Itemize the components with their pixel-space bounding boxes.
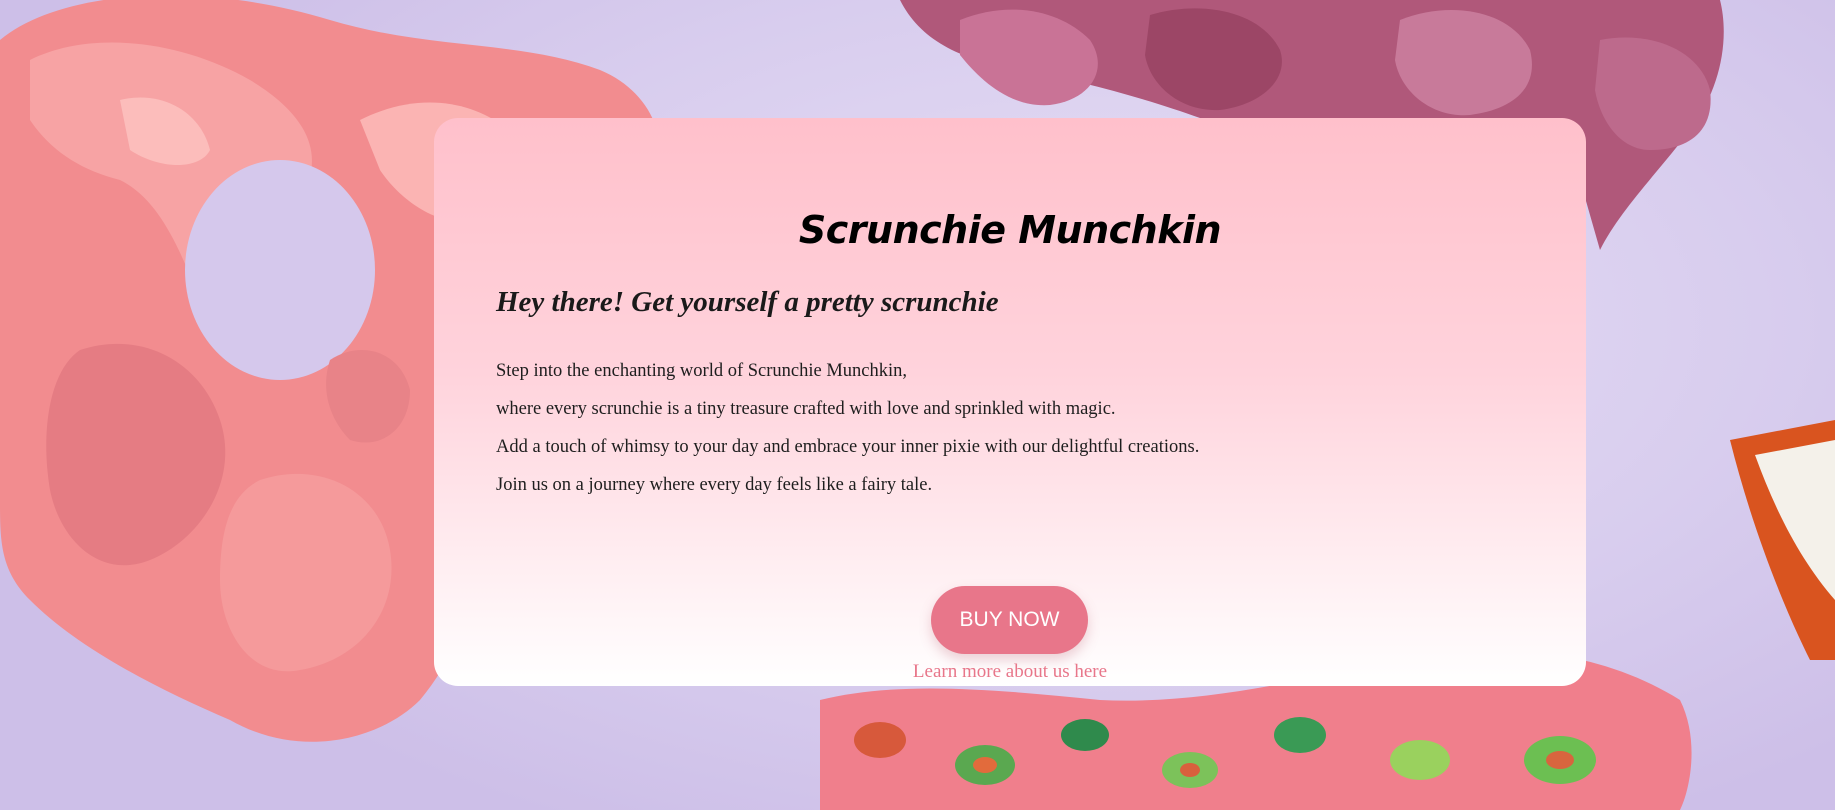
description-line: Join us on a journey where every day fee… [496,475,933,495]
page-title: Scrunchie Munchkin [798,208,1222,252]
learn-more-link[interactable]: Learn more about us here [434,661,1586,683]
description-line: Add a touch of whimsy to your day and em… [496,437,1200,457]
buy-now-button[interactable]: BUY NOW [931,586,1088,654]
hero-card: Scrunchie Munchkin Hey there! Get yourse… [434,118,1586,686]
description-line: where every scrunchie is a tiny treasure… [496,399,1116,419]
hero-subtitle: Hey there! Get yourself a pretty scrunch… [496,286,999,318]
compact-mirror [1730,420,1835,660]
hero-description: Step into the enchanting world of Scrunc… [496,352,1199,504]
description-line: Step into the enchanting world of Scrunc… [496,361,908,381]
